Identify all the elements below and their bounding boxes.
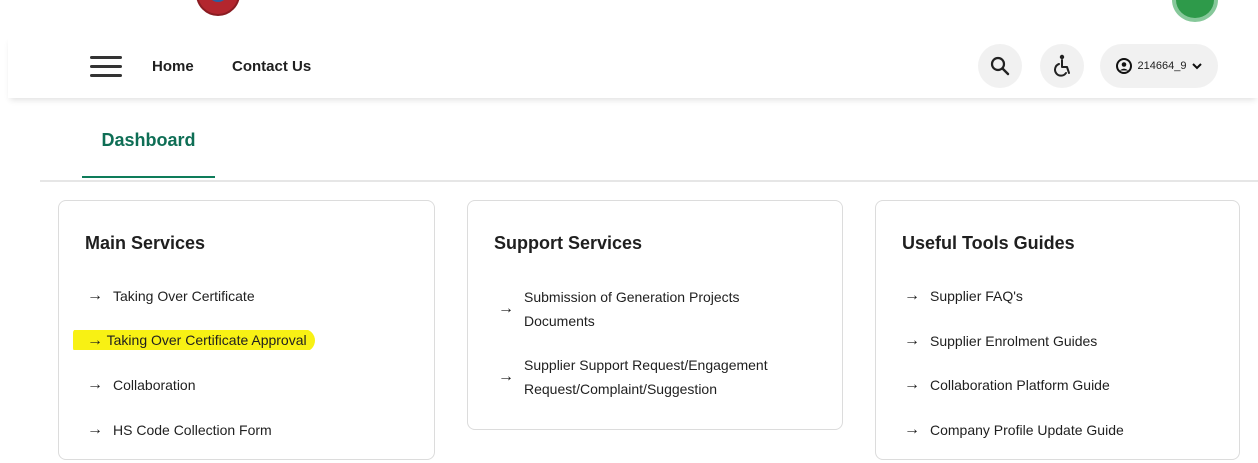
- main-services-title: Main Services: [85, 233, 206, 253]
- search-button[interactable]: [978, 44, 1022, 88]
- service-link-hs-code-collection-form[interactable]: → HS Code Collection Form: [87, 419, 414, 441]
- tab-dashboard[interactable]: Dashboard: [82, 120, 215, 178]
- organization-logo-left[interactable]: [196, 0, 240, 16]
- useful-tools-card: Useful Tools Guides → Supplier FAQ's → S…: [875, 200, 1240, 460]
- nav-home-link[interactable]: Home: [152, 58, 194, 75]
- support-services-title: Support Services: [494, 233, 643, 253]
- support-link-supplier-support-request[interactable]: → Supplier Support Request/Engagement Re…: [498, 353, 806, 401]
- guide-link-collaboration-platform[interactable]: → Collaboration Platform Guide: [904, 374, 1219, 396]
- arrow-right-icon: →: [87, 287, 103, 304]
- guide-link-supplier-faqs[interactable]: → Supplier FAQ's: [904, 285, 1219, 307]
- arrow-right-icon: →: [87, 420, 103, 438]
- service-link-taking-over-certificate[interactable]: → Taking Over Certificate: [87, 285, 414, 307]
- useful-tools-title: Useful Tools Guides: [902, 233, 1075, 253]
- tab-bar: Dashboard: [40, 120, 1258, 182]
- user-id-label: 214664_9: [1137, 60, 1187, 72]
- arrow-right-icon: →: [87, 376, 103, 393]
- chevron-down-icon: [1192, 63, 1203, 70]
- support-link-generation-projects[interactable]: → Submission of Generation Projects Docu…: [498, 285, 806, 333]
- service-link-taking-over-certificate-approval[interactable]: → Taking Over Certificate Approval: [73, 329, 414, 352]
- top-navigation-bar: Home Contact Us 214664_9: [8, 36, 1258, 98]
- nav-contact-us-link[interactable]: Contact Us: [232, 58, 311, 75]
- user-account-menu[interactable]: 214664_9: [1100, 44, 1218, 88]
- arrow-right-icon: →: [904, 420, 920, 438]
- highlighted-item: → Taking Over Certificate Approval: [73, 329, 315, 352]
- user-circle-icon: [1115, 58, 1132, 74]
- guide-link-company-profile-update[interactable]: → Company Profile Update Guide: [904, 419, 1219, 441]
- organization-logo-right[interactable]: [1172, 0, 1218, 22]
- accessibility-button[interactable]: [1040, 44, 1084, 88]
- guide-link-supplier-enrolment[interactable]: → Supplier Enrolment Guides: [904, 330, 1219, 352]
- accessibility-icon: [1054, 54, 1070, 77]
- service-link-collaboration[interactable]: → Collaboration: [87, 374, 414, 396]
- search-icon: [990, 56, 1010, 76]
- arrow-right-icon: →: [498, 300, 514, 317]
- arrow-right-icon: →: [904, 376, 920, 393]
- arrow-right-icon: →: [904, 331, 920, 349]
- arrow-right-icon: →: [904, 287, 920, 304]
- support-services-card: Support Services → Submission of Generat…: [467, 200, 843, 430]
- main-services-card: Main Services → Taking Over Certificate …: [58, 200, 435, 460]
- arrow-right-icon: →: [498, 368, 514, 385]
- hamburger-menu-icon[interactable]: [90, 56, 122, 78]
- arrow-right-icon: →: [87, 332, 103, 349]
